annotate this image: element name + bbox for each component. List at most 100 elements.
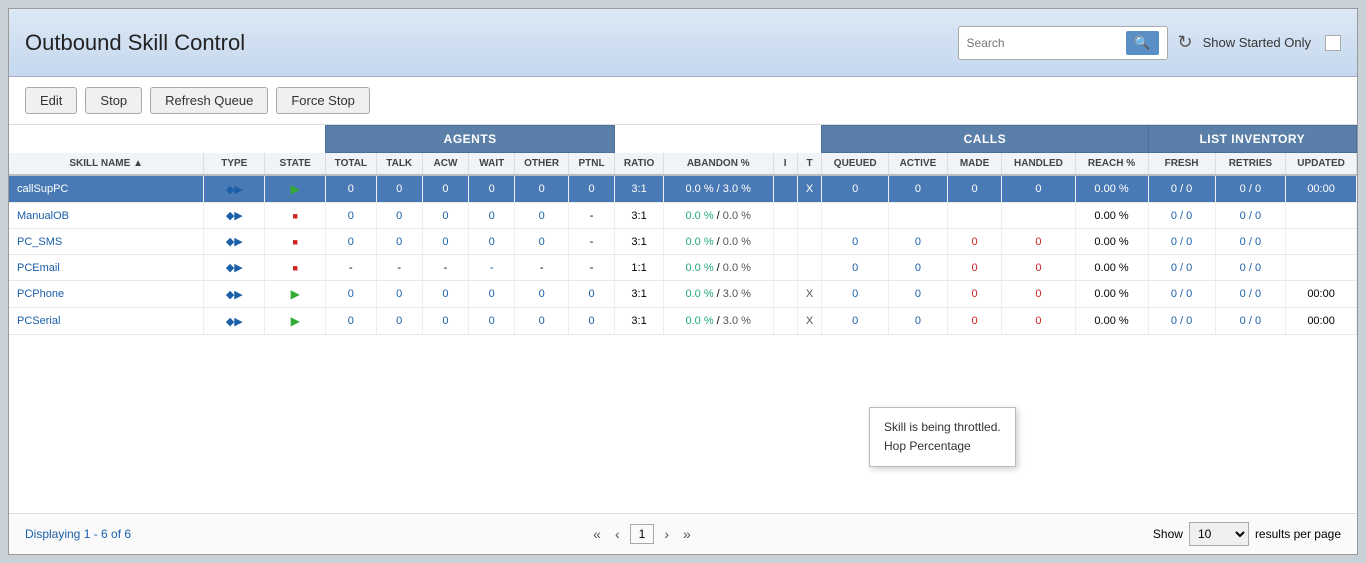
- col-updated: UPDATED: [1286, 153, 1357, 176]
- prev-page-button[interactable]: ‹: [611, 524, 624, 544]
- active-cell: [889, 203, 947, 229]
- type-cell: ◆▶: [204, 229, 265, 255]
- ptnl-cell: -: [568, 203, 614, 229]
- table-area: AGENTS CALLS LIST INVENTORY SKILL NAME ▲…: [9, 125, 1357, 513]
- table-row[interactable]: ManualOB ◆▶ ■ 0 0 0 0 0 - 3:1 0.0 % / 0.…: [9, 203, 1357, 229]
- reach-cell: 0.00 %: [1075, 203, 1148, 229]
- skill-name-cell: PCPhone: [9, 281, 204, 308]
- col-active: ACTIVE: [889, 153, 947, 176]
- col-acw: ACW: [422, 153, 468, 176]
- ptnl-cell: 0: [568, 308, 614, 335]
- fresh-cell: 0 / 0: [1148, 229, 1215, 255]
- queued-cell: 0: [822, 175, 889, 203]
- display-info: Displaying 1 - 6 of 6: [25, 527, 131, 541]
- col-ptnl: PTNL: [568, 153, 614, 176]
- results-label: results per page: [1255, 527, 1341, 541]
- col-total: TOTAL: [326, 153, 376, 176]
- stop-button[interactable]: Stop: [85, 87, 142, 114]
- pagination: « ‹ 1 › »: [589, 524, 695, 544]
- type-cell: ◆▶: [204, 203, 265, 229]
- handled-cell: 0: [1002, 308, 1075, 335]
- table-row[interactable]: PCEmail ◆▶ ■ - - - - - - 1:1 0.0 % / 0.0…: [9, 255, 1357, 281]
- table-row[interactable]: PCPhone ◆▶ ▶ 0 0 0 0 0 0 3:1 0.0 % / 3.0…: [9, 281, 1357, 308]
- search-input[interactable]: [967, 36, 1123, 50]
- col-fresh: FRESH: [1148, 153, 1215, 176]
- ratio-cell: 3:1: [615, 308, 664, 335]
- abandon-cell: 0.0 % / 0.0 %: [663, 229, 773, 255]
- mid-empty-group: [615, 126, 822, 153]
- state-cell: ▶: [265, 175, 326, 203]
- footer-right: Show 10 25 50 results per page: [1153, 522, 1341, 546]
- main-container: Outbound Skill Control 🔍 ↻ Show Started …: [8, 8, 1358, 555]
- other-cell: 0: [515, 203, 569, 229]
- other-cell: 0: [515, 308, 569, 335]
- fresh-cell: 0 / 0: [1148, 203, 1215, 229]
- last-page-button[interactable]: »: [679, 524, 695, 544]
- show-started-checkbox[interactable]: [1325, 35, 1341, 51]
- header: Outbound Skill Control 🔍 ↻ Show Started …: [9, 9, 1357, 77]
- i-cell: [773, 255, 797, 281]
- refresh-queue-button[interactable]: Refresh Queue: [150, 87, 268, 114]
- skill-name-cell: callSupPC: [9, 175, 204, 203]
- ptnl-cell: -: [568, 255, 614, 281]
- wait-cell: -: [469, 255, 515, 281]
- retries-cell: 0 / 0: [1215, 255, 1286, 281]
- acw-cell: 0: [422, 203, 468, 229]
- col-ratio: RATIO: [615, 153, 664, 176]
- agents-group-header: AGENTS: [326, 126, 615, 153]
- reach-cell: 0.00 %: [1075, 255, 1148, 281]
- i-cell: [773, 229, 797, 255]
- search-button[interactable]: 🔍: [1126, 31, 1158, 55]
- ratio-cell: 3:1: [615, 229, 664, 255]
- made-cell: 0: [947, 281, 1002, 308]
- edit-button[interactable]: Edit: [25, 87, 77, 114]
- type-cell: ◆▶: [204, 255, 265, 281]
- reach-cell: 0.00 %: [1075, 229, 1148, 255]
- abandon-cell: 0.0 % / 3.0 %: [663, 308, 773, 335]
- table-row[interactable]: PCSerial ◆▶ ▶ 0 0 0 0 0 0 3:1 0.0 % / 3.…: [9, 308, 1357, 335]
- talk-cell: 0: [376, 203, 422, 229]
- abandon-cell: 0.0 % / 3.0 %: [663, 281, 773, 308]
- toolbar: Edit Stop Refresh Queue Force Stop: [9, 77, 1357, 125]
- made-cell: 0: [947, 308, 1002, 335]
- talk-cell: 0: [376, 175, 422, 203]
- wait-cell: 0: [469, 175, 515, 203]
- handled-cell: 0: [1002, 281, 1075, 308]
- t-cell: [797, 229, 821, 255]
- force-stop-button[interactable]: Force Stop: [276, 87, 370, 114]
- col-queued: QUEUED: [822, 153, 889, 176]
- i-cell: [773, 281, 797, 308]
- refresh-icon-button[interactable]: ↻: [1178, 32, 1193, 53]
- acw-cell: -: [422, 255, 468, 281]
- ptnl-cell: 0: [568, 175, 614, 203]
- updated-cell: [1286, 255, 1357, 281]
- first-page-button[interactable]: «: [589, 524, 605, 544]
- next-page-button[interactable]: ›: [660, 524, 673, 544]
- search-box: 🔍: [958, 26, 1168, 60]
- type-cell: ◆▶: [204, 175, 265, 203]
- handled-cell: [1002, 203, 1075, 229]
- col-reach: REACH %: [1075, 153, 1148, 176]
- col-made: MADE: [947, 153, 1002, 176]
- t-cell: X: [797, 175, 821, 203]
- i-cell: [773, 203, 797, 229]
- table-row[interactable]: callSupPC ◆▶ ▶ 0 0 0 0 0 0 3:1 0.0 % / 3…: [9, 175, 1357, 203]
- abandon-cell: 0.0 % / 0.0 %: [663, 255, 773, 281]
- col-wait: WAIT: [469, 153, 515, 176]
- updated-cell: [1286, 203, 1357, 229]
- handled-cell: 0: [1002, 175, 1075, 203]
- queued-cell: 0: [822, 255, 889, 281]
- col-t: T: [797, 153, 821, 176]
- col-talk: TALK: [376, 153, 422, 176]
- skill-name-cell: PCEmail: [9, 255, 204, 281]
- talk-cell: 0: [376, 281, 422, 308]
- wait-cell: 0: [469, 203, 515, 229]
- table-row[interactable]: PC_SMS ◆▶ ■ 0 0 0 0 0 - 3:1 0.0 % / 0.0 …: [9, 229, 1357, 255]
- updated-cell: 00:00: [1286, 308, 1357, 335]
- current-page: 1: [630, 524, 655, 544]
- sub-header-row: SKILL NAME ▲ TYPE STATE TOTAL TALK ACW W…: [9, 153, 1357, 176]
- type-cell: ◆▶: [204, 308, 265, 335]
- total-cell: 0: [326, 175, 376, 203]
- active-cell: 0: [889, 255, 947, 281]
- per-page-select[interactable]: 10 25 50: [1189, 522, 1249, 546]
